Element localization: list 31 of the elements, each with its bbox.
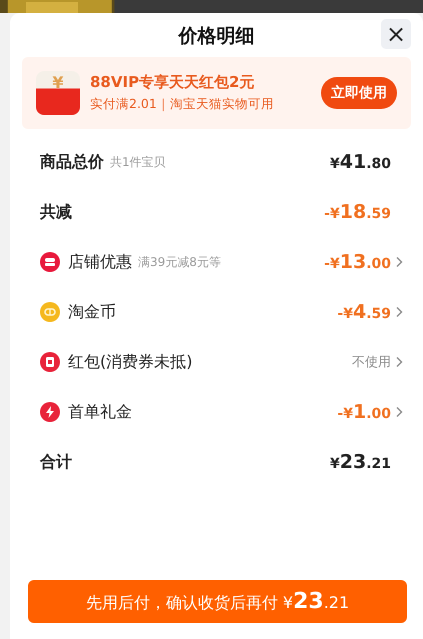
chevron-icon[interactable] xyxy=(395,406,403,418)
row-amount: -¥4.59 xyxy=(337,301,391,323)
row-label: 商品总价 xyxy=(40,152,104,172)
row-label: 店铺优惠 xyxy=(68,252,132,272)
row-label: 合计 xyxy=(40,452,72,472)
store-icon xyxy=(40,252,60,272)
chevron-icon[interactable] xyxy=(395,256,403,268)
row-label: 淘金币 xyxy=(68,302,116,322)
lightning-icon xyxy=(40,402,60,422)
envelope-icon xyxy=(40,352,60,372)
chevron-icon[interactable] xyxy=(395,306,403,318)
pay-button[interactable]: 先用后付，确认收货后再付 ¥23.21 xyxy=(28,580,407,623)
chevron-icon[interactable] xyxy=(395,356,403,368)
row-amount: ¥23.21 xyxy=(330,451,391,473)
promo-title: 88VIP专享天天红包2元 xyxy=(90,73,256,92)
row-label: 共减 xyxy=(40,202,72,222)
use-now-button[interactable]: 立即使用 xyxy=(321,77,397,109)
row-note: 共1件宝贝 xyxy=(110,154,166,170)
sheet-title: 价格明细 xyxy=(178,24,254,49)
close-button[interactable]: × xyxy=(381,19,411,49)
row-amount: -¥13.00 xyxy=(324,251,391,273)
promo-subtitle: 实付满2.01｜淘宝天猫实物可用 xyxy=(90,96,275,113)
row-amount: -¥18.59 xyxy=(324,201,391,223)
row-amount: ¥41.80 xyxy=(330,151,391,173)
row-label: 首单礼金 xyxy=(68,402,132,422)
row-amount: 不使用 xyxy=(352,354,391,371)
envelope-icon: ¥ xyxy=(36,71,80,115)
coin-icon xyxy=(40,302,60,322)
row-amount: -¥1.00 xyxy=(337,401,391,423)
row-note: 满39元减8元等 xyxy=(138,254,221,270)
row-label: 红包(消费券未抵) xyxy=(68,352,192,372)
